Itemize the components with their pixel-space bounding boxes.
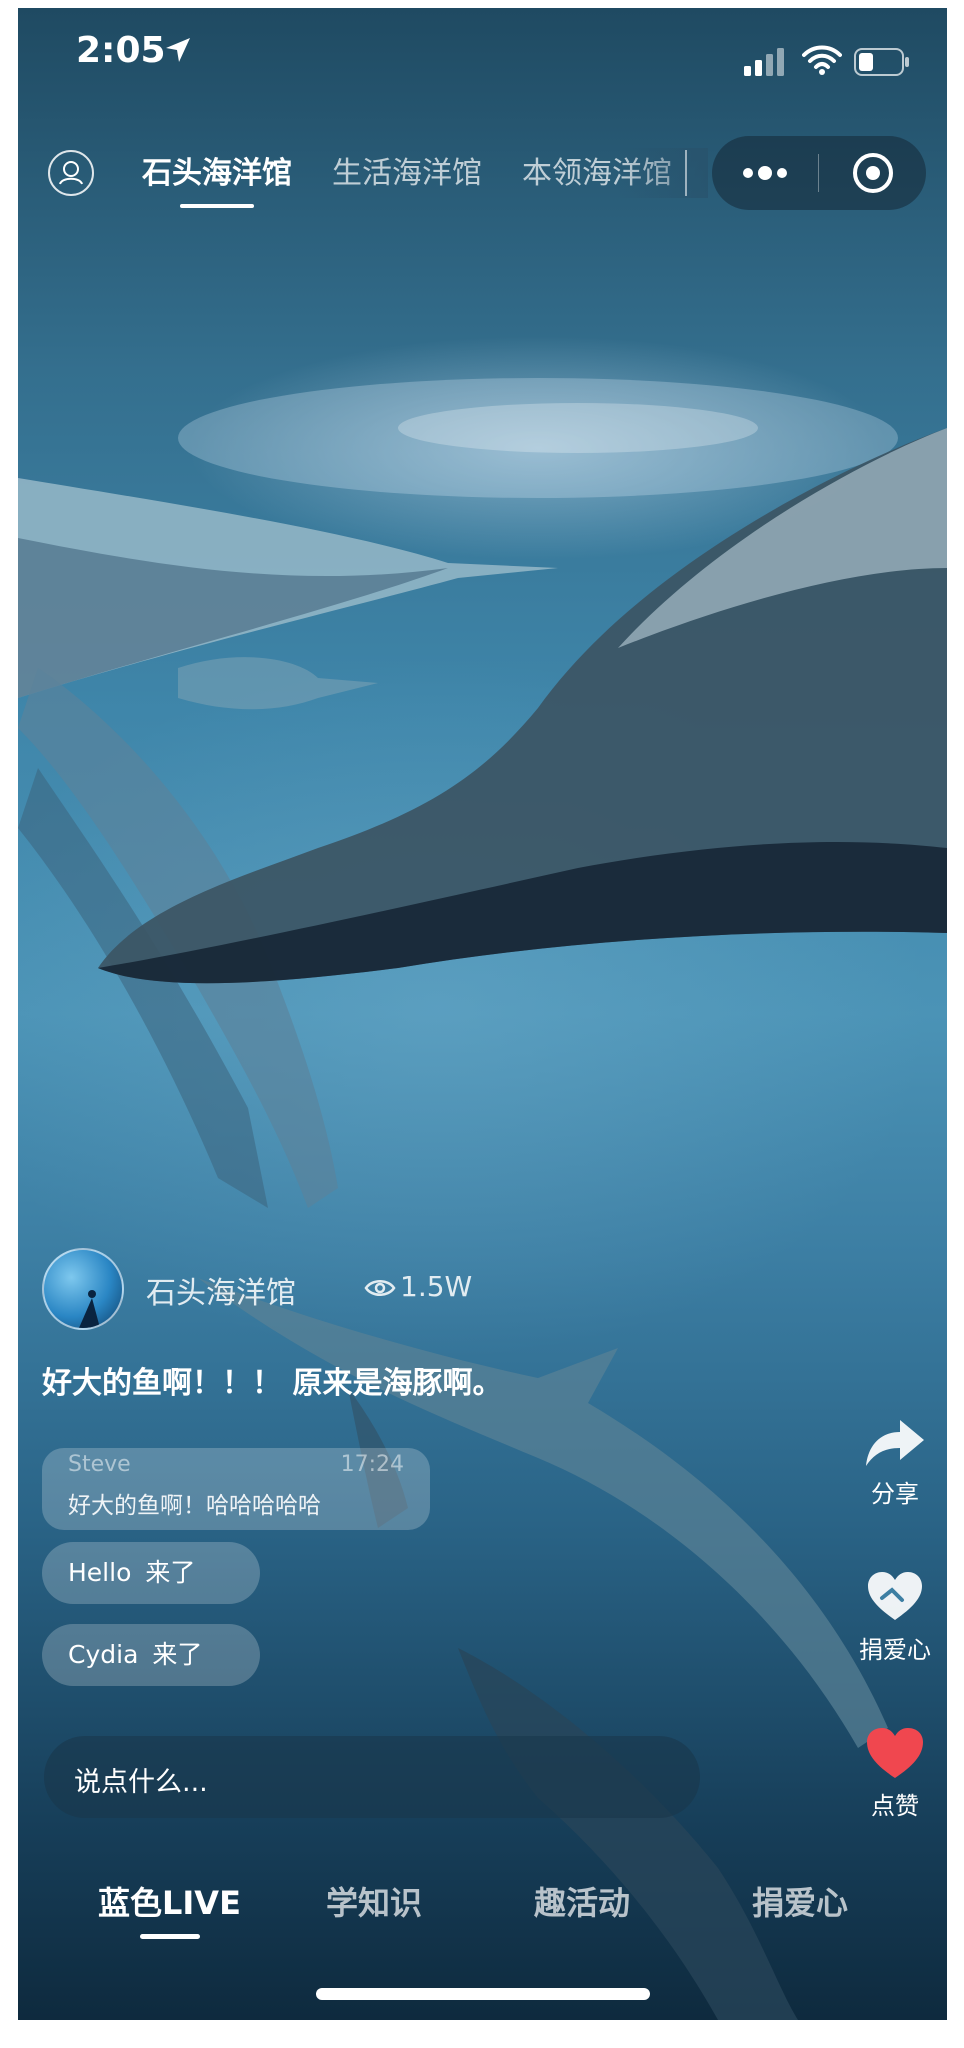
tab-shitou-aquarium[interactable]: 石头海洋馆 (142, 148, 292, 208)
author-name[interactable]: 石头海洋馆 (146, 1268, 296, 1312)
target-close-icon (853, 153, 893, 193)
tab-life-aquarium[interactable]: 生活海洋馆 (332, 148, 482, 192)
tab-blue-live[interactable]: 蓝色LIVE (98, 1878, 241, 1924)
status-time: 2:05 (76, 30, 166, 71)
wifi-icon (802, 45, 842, 75)
view-count: 1.5W (364, 1270, 472, 1303)
more-button[interactable] (712, 136, 818, 210)
post-author-row: 石头海洋馆 1.5W (42, 1248, 542, 1332)
nav-divider (685, 150, 687, 196)
comment-item: Cydia 来了 (42, 1624, 260, 1686)
comment-text: 来了 (152, 1640, 203, 1669)
comment-item: Hello 来了 (42, 1542, 260, 1604)
cellular-signal-icon (744, 48, 784, 76)
comment-text: 好大的鱼啊！哈哈哈哈哈 (68, 1493, 321, 1519)
comment-user: Cydia (68, 1640, 139, 1669)
video-screen: 2:05 石头海洋馆 生活海洋馆 本领海洋馆 石头海洋馆 1.5W 好大的鱼啊！… (18, 8, 947, 2020)
comment-text: 来了 (145, 1558, 196, 1587)
comment-time: 17:24 (340, 1452, 404, 1477)
status-bar: 2:05 (18, 8, 947, 88)
bottom-tab-bar: 蓝色LIVE 学知识 趣活动 捐爱心 (18, 1868, 947, 1948)
heart-hands-icon (868, 1572, 922, 1620)
tab-learn-knowledge[interactable]: 学知识 (326, 1878, 422, 1924)
location-arrow-icon (166, 38, 190, 62)
like-button[interactable]: 点赞 (850, 1726, 940, 1821)
capsule-divider (818, 154, 819, 192)
comment-input[interactable]: 说点什么... (44, 1736, 700, 1818)
like-label: 点赞 (871, 1792, 919, 1820)
comment-user: Hello (68, 1558, 132, 1587)
home-indicator (316, 1988, 650, 2000)
donate-love-label: 捐爱心 (859, 1636, 931, 1664)
tab-donate-love[interactable]: 捐爱心 (752, 1878, 848, 1924)
miniprogram-capsule (712, 136, 926, 210)
active-tab-indicator (140, 1934, 200, 1939)
share-label: 分享 (871, 1480, 919, 1508)
eye-icon (364, 1280, 396, 1296)
dolphin-video-background (18, 378, 947, 2020)
heart-icon (867, 1728, 923, 1778)
close-miniprogram-button[interactable] (820, 136, 926, 210)
user-icon (59, 161, 83, 185)
share-arrow-icon (866, 1420, 924, 1466)
author-avatar[interactable] (42, 1248, 124, 1330)
view-count-value: 1.5W (400, 1270, 473, 1303)
donate-love-button[interactable]: 捐爱心 (850, 1570, 940, 1665)
top-navigation: 石头海洋馆 生活海洋馆 本领海洋馆 (18, 128, 947, 218)
tab-fun-activities[interactable]: 趣活动 (534, 1878, 630, 1924)
more-dots-icon (743, 166, 787, 180)
post-caption: 好大的鱼啊！！！ 原来是海豚啊。 (42, 1366, 503, 1401)
avatar-diver-image (79, 1290, 100, 1328)
battery-icon (854, 48, 909, 76)
profile-button[interactable] (48, 150, 94, 196)
comment-item: Steve 17:24 好大的鱼啊！哈哈哈哈哈 (42, 1448, 430, 1530)
tabs-fade-overlay (618, 148, 708, 198)
comment-user: Steve (68, 1452, 131, 1477)
share-button[interactable]: 分享 (850, 1416, 940, 1509)
comment-input-placeholder: 说点什么... (74, 1767, 208, 1798)
